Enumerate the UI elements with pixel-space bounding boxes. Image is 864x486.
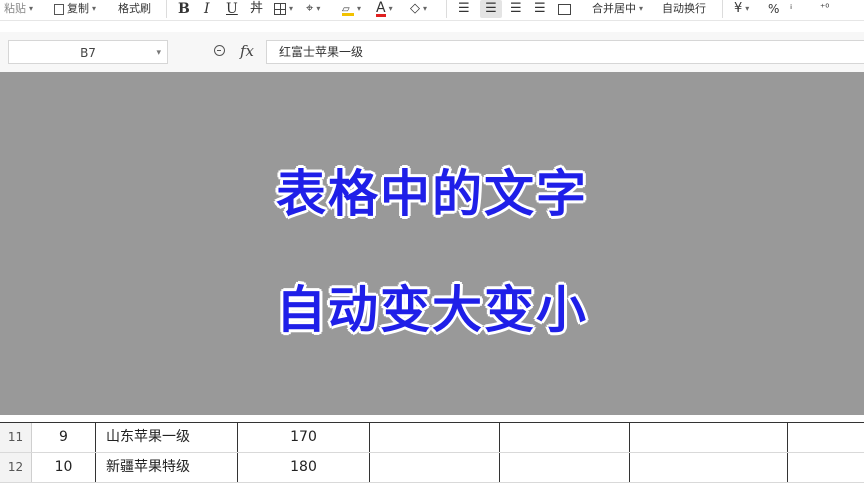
align-left-icon: ☰ (458, 1, 470, 16)
font-color-button[interactable]: A ▾ (376, 0, 393, 18)
cell-empty[interactable] (370, 453, 500, 482)
align-right-icon: ☰ (510, 1, 522, 16)
percent-icon: % (768, 2, 780, 16)
thousands-icon: ⁱ (790, 2, 793, 16)
table-row: 11 9 山东苹果一级 170 (0, 423, 864, 453)
format-painter-button[interactable]: 格式刷 (118, 0, 151, 18)
decimal-button[interactable]: ⁺⁰ (820, 0, 829, 18)
cell-product-name[interactable]: 新疆苹果特级 (96, 453, 238, 482)
chevron-down-icon: ▾ (388, 4, 393, 13)
eraser-icon: ◇ (410, 1, 420, 16)
cell-value[interactable]: 180 (238, 453, 370, 482)
align-center-button[interactable]: ☰ (480, 0, 502, 18)
function-icon[interactable]: fx (240, 42, 254, 60)
spreadsheet-grid: 11 9 山东苹果一级 170 12 10 新疆苹果特级 180 (0, 415, 864, 486)
cell-style-button[interactable]: ⌖ ▾ (306, 0, 320, 18)
cell-index[interactable]: 9 (32, 423, 96, 452)
chevron-down-icon: ▾ (316, 4, 321, 13)
chevron-down-icon: ▾ (639, 4, 644, 13)
divider (722, 0, 723, 18)
copy-label: 复制 (67, 2, 89, 15)
chevron-down-icon: ▾ (745, 4, 750, 13)
wrap-text-label: 自动换行 (662, 2, 706, 15)
cell-empty[interactable] (630, 423, 788, 452)
merge-center-label: 合并居中 (592, 2, 636, 15)
font-color-label: A (376, 0, 386, 17)
chevron-down-icon: ▾ (29, 4, 34, 13)
divider (446, 0, 447, 18)
row-header[interactable]: 11 (0, 423, 32, 452)
distributed-align-icon (558, 3, 571, 15)
cell-empty[interactable] (630, 453, 788, 482)
caption-line-1: 表格中的文字 (276, 165, 588, 223)
fill-color-button[interactable]: ▱ ▾ (342, 0, 361, 18)
bold-button[interactable]: B (178, 0, 190, 18)
cell-index[interactable]: 10 (32, 453, 96, 482)
ribbon-toolbar: 粘贴 ▾ 复制 ▾ 格式刷 B I U 丼 ▾ ⌖ ▾ ▱ ▾ A ▾ ◇ ▾ … (0, 0, 864, 21)
table-row: 12 10 新疆苹果特级 180 (0, 453, 864, 483)
formula-input[interactable]: 红富士苹果一级 (266, 40, 864, 64)
italic-button[interactable]: I (204, 0, 210, 18)
decimal-icon: ⁺⁰ (820, 3, 830, 14)
zoom-icon[interactable] (214, 45, 225, 56)
chevron-down-icon: ▾ (92, 4, 97, 13)
cell-product-name[interactable]: 山东苹果一级 (96, 423, 238, 452)
underline-button[interactable]: U (226, 0, 238, 18)
chevron-down-icon: ▾ (357, 4, 362, 13)
thousands-button[interactable]: ⁱ (790, 0, 792, 18)
strikethrough-icon: 丼 (250, 1, 264, 16)
cell-empty[interactable] (370, 423, 500, 452)
align-left-button[interactable]: ☰ (458, 0, 470, 18)
chevron-down-icon: ▾ (423, 4, 428, 13)
cell-empty[interactable] (500, 453, 630, 482)
currency-button[interactable]: ¥ ▾ (734, 0, 749, 18)
clear-button[interactable]: ◇ ▾ (410, 0, 427, 18)
cell-reference: B7 (80, 46, 96, 60)
cell-empty[interactable] (788, 453, 864, 482)
distributed-align-button[interactable] (558, 0, 571, 18)
format-painter-label: 格式刷 (118, 2, 151, 15)
cell-empty[interactable] (500, 423, 630, 452)
align-center-icon: ☰ (485, 1, 497, 16)
strikethrough-button[interactable]: 丼 (250, 0, 263, 18)
caption-overlay: 表格中的文字 自动变大变小 (0, 72, 864, 415)
divider (166, 0, 167, 18)
justify-icon: ☰ (534, 1, 546, 16)
justify-button[interactable]: ☰ (534, 0, 546, 18)
merge-center-button[interactable]: 合并居中 ▾ (592, 0, 643, 18)
caption-line-2: 自动变大变小 (276, 281, 588, 339)
copy-button[interactable]: 复制 ▾ (54, 0, 96, 18)
formula-bar: B7 ▾ fx 红富士苹果一级 (0, 32, 864, 73)
row-header[interactable]: 12 (0, 453, 32, 482)
percent-button[interactable]: % (768, 0, 779, 18)
align-right-button[interactable]: ☰ (510, 0, 522, 18)
name-box[interactable]: B7 ▾ (8, 40, 168, 64)
chevron-down-icon: ▾ (289, 4, 294, 13)
wrap-text-button[interactable]: 自动换行 (662, 0, 706, 18)
copy-icon (54, 3, 64, 15)
border-button[interactable]: ▾ (274, 0, 293, 18)
border-icon (274, 3, 286, 15)
paste-label: 粘贴 (4, 2, 26, 15)
currency-icon: ¥ (734, 1, 743, 16)
paint-icon: ⌖ (306, 1, 314, 16)
cell-empty[interactable] (788, 423, 864, 452)
chevron-down-icon[interactable]: ▾ (156, 41, 161, 65)
fill-bucket-icon: ▱ (342, 3, 354, 16)
cell-value[interactable]: 170 (238, 423, 370, 452)
paste-button[interactable]: 粘贴 ▾ (4, 0, 33, 18)
